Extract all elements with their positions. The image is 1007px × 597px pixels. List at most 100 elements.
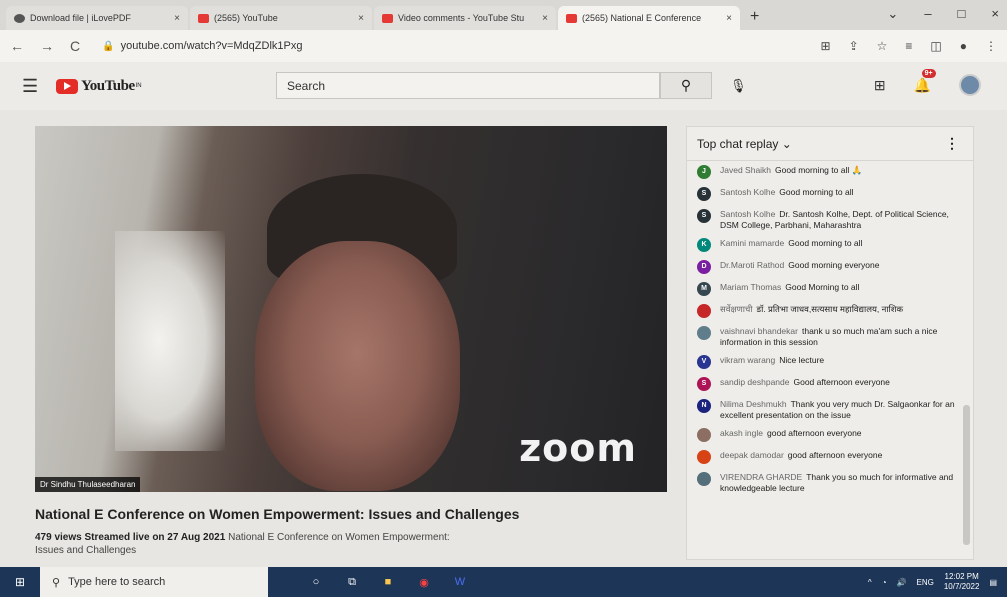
notification-badge: 9+ [921,68,936,78]
chat-avatar[interactable] [697,326,711,340]
speaker-face [255,241,460,491]
browser-tab-strip: Download file | iLovePDF × (2565) YouTube ×… [0,0,1007,30]
video-title: National E Conference on Women Empowerme… [35,506,520,522]
chat-more-options-icon[interactable]: ⋮ [945,135,959,152]
address-bar: ← → C 🔒 youtube.com/watch?v=MdqZDlk1Pxg … [0,30,1007,62]
word-icon[interactable]: W [452,574,468,590]
chat-author[interactable]: vikram warang [720,355,775,365]
tab-search-icon[interactable]: ⌄ [887,6,898,22]
chat-avatar[interactable]: K [697,238,711,252]
search-input[interactable]: Search [276,72,660,99]
tray-chevron-icon[interactable]: ^ [868,578,872,587]
chat-scrollbar[interactable] [963,405,970,545]
browser-tab[interactable]: (2565) YouTube × [190,6,372,30]
chat-author[interactable]: VIRENDRA GHARDE [720,472,802,482]
chat-author[interactable]: Santosh Kolhe [720,187,775,197]
search-icon: ⚲ [52,576,61,589]
window-controls: ⌄ – □ × [887,6,999,22]
chat-author[interactable]: Javed Shaikh [720,165,771,175]
tab-close-icon[interactable]: × [542,13,548,24]
hamburger-menu-icon[interactable]: ☰ [22,76,38,97]
chat-avatar[interactable]: J [697,165,711,179]
country-code: IN [135,83,142,89]
url-field[interactable]: 🔒 youtube.com/watch?v=MdqZDlk1Pxg [102,40,302,52]
chrome-icon[interactable]: ◉ [416,574,432,590]
chat-avatar[interactable]: N [697,399,711,413]
tab-favicon-icon [198,13,209,23]
back-icon[interactable]: ← [10,38,24,54]
chat-avatar[interactable] [697,304,711,318]
chat-author[interactable]: sandip deshpande [720,377,789,387]
chat-avatar[interactable]: S [697,377,711,391]
chat-message-list: J Javed Shaikh Good morning to all 🙏 S Santo… [687,161,973,493]
taskbar-clock[interactable]: 12:02 PM 10/7/2022 [944,572,980,592]
chat-mode-dropdown[interactable]: Top chat replay ⌄ [697,137,792,151]
chat-text: good afternoon everyone [767,428,862,438]
chat-avatar[interactable] [697,450,711,464]
volume-icon[interactable]: 🔊 [897,578,907,587]
cortana-icon[interactable]: ○ [308,574,324,590]
search-icon: ⚲ [680,77,692,93]
chat-avatar[interactable]: V [697,355,711,369]
browser-menu-icon[interactable]: ⋮ [985,39,997,53]
chat-message: Vvikram warang Nice lecture [697,355,973,369]
network-icon[interactable]: ◔ [882,578,887,587]
chat-author[interactable]: Santosh Kolhe [720,209,775,219]
chat-author[interactable]: Dr.Maroti Rathod [720,260,784,270]
maximize-icon[interactable]: □ [958,6,966,22]
chat-avatar[interactable]: S [697,187,711,201]
forward-icon[interactable]: → [40,38,54,54]
chat-avatar[interactable]: M [697,282,711,296]
chat-author[interactable]: akash ingle [720,428,763,438]
chat-author[interactable]: Kamini mamarde [720,238,784,248]
tab-close-icon[interactable]: × [174,13,180,24]
browser-tab[interactable]: (2565) National E Conference × [558,6,740,30]
profile-icon[interactable]: ● [960,39,967,53]
zoom-watermark: zoom [519,426,637,470]
close-window-icon[interactable]: × [991,6,999,22]
sidepanel-icon[interactable]: ◫ [930,39,941,53]
chat-author[interactable]: Nilima Deshmukh [720,399,787,409]
chat-avatar[interactable] [697,428,711,442]
reload-icon[interactable]: C [70,38,80,54]
share-icon[interactable]: ⇪ [849,39,859,53]
chat-author[interactable]: vaishnavi bhandekar [720,326,798,336]
bookmark-star-icon[interactable]: ☆ [877,39,888,53]
chat-avatar[interactable] [697,472,711,486]
live-chat-panel: Top chat replay ⌄ ⋮ J Javed Shaikh Good mo… [686,126,974,560]
taskbar-search-input[interactable]: ⚲ Type here to search [40,567,268,597]
chat-avatar[interactable]: D [697,260,711,274]
avatar[interactable] [959,74,981,96]
chat-text: Nice lecture [779,355,825,365]
video-description[interactable]: 479 views Streamed live on 27 Aug 2021 N… [35,531,475,557]
browser-tab[interactable]: Download file | iLovePDF × [6,6,188,30]
reading-list-icon[interactable]: ≡ [905,39,912,53]
microphone-icon[interactable]: 🎙 [730,78,747,94]
chat-author[interactable]: deepak damodar [720,450,784,460]
language-indicator[interactable]: ENG [917,578,934,587]
chat-avatar[interactable]: S [697,209,711,223]
create-video-icon[interactable]: ⊞ [874,77,886,94]
windows-start-icon[interactable]: ⊞ [0,567,40,597]
chat-message: akash ingle good afternoon everyone [697,428,973,442]
tab-close-icon[interactable]: × [726,13,732,24]
tab-title: Download file | iLovePDF [30,13,131,23]
browser-tab[interactable]: Video comments - YouTube Stu × [374,6,556,30]
minimize-icon[interactable]: – [924,6,931,22]
chat-author[interactable]: Mariam Thomas [720,282,781,292]
new-tab-icon[interactable]: + [750,8,759,26]
notification-center-icon[interactable]: ▤ [989,578,997,587]
youtube-logo[interactable]: YouTube IN [56,78,142,95]
file-explorer-icon[interactable]: ■ [380,574,396,590]
task-view-icon[interactable]: ⧉ [344,574,360,590]
tab-close-icon[interactable]: × [358,13,364,24]
speaker-name-label: Dr Sindhu Thulaseedharan [35,477,141,492]
chat-message: K Kamini mamarde Good morning to all [697,238,973,252]
video-player[interactable]: zoom Dr Sindhu Thulaseedharan [35,126,667,492]
install-icon[interactable]: ⊞ [821,39,831,53]
chat-text: Good Morning to all [785,282,860,292]
chat-author[interactable]: सर्वेक्षणाची [720,304,753,314]
search-button[interactable]: ⚲ [660,72,712,99]
tab-title: (2565) YouTube [214,13,278,23]
notifications-bell-icon[interactable]: 🔔 9+ [914,68,936,94]
